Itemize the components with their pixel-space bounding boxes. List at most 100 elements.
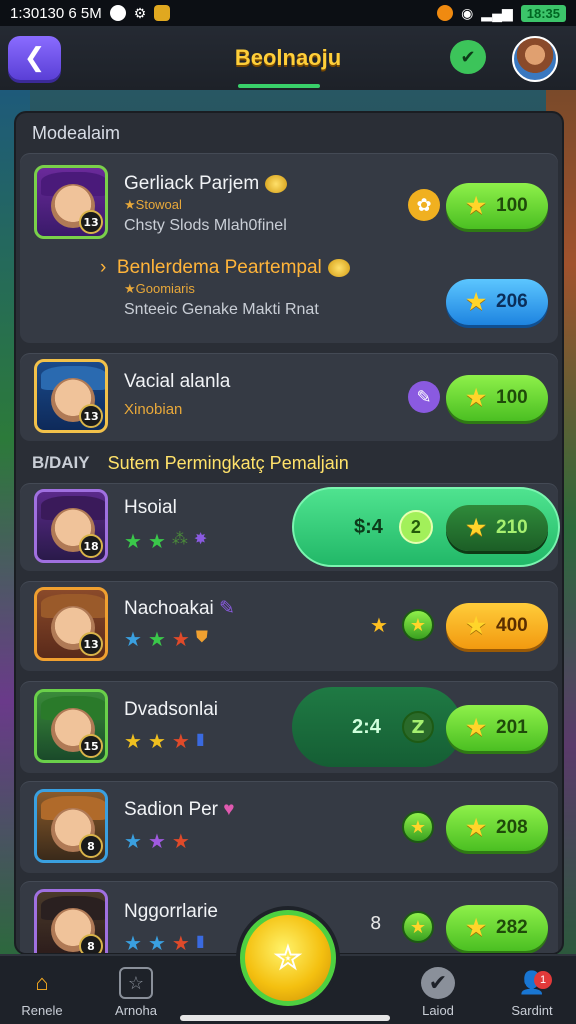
price-button-p5[interactable]: ★ 282 [446,905,548,951]
star-icon: ★ [171,829,190,853]
portrait-avatar: 8 [34,789,108,863]
gem-icon: ✿ [408,189,440,221]
star-icon: ★ [466,815,487,840]
price-button-2[interactable]: ★ 206 [446,279,548,325]
home-icon: ⌂ [35,970,49,995]
arrow-right-icon: › [100,257,117,278]
price-button-1[interactable]: ★ 100 [446,183,548,229]
price-button-3[interactable]: ★ 100 [446,375,548,421]
item-description-2: Snteeic Genake Makti Rnat [124,301,319,318]
player-row-1[interactable]: 18 Hsoial ★ ★ ⁂ ✸ $:4 2 ★ 210 [20,483,560,571]
gem-icon: ✸ [193,529,208,548]
star-icon: ★ [147,729,166,753]
nav-badge[interactable]: ✔ Laiod [398,967,478,1018]
main-panel: Modealaim 13 Gerliack Parjem ★Stowoal Ch… [16,113,562,953]
book-icon: ▮ [195,729,205,748]
player-row-2[interactable]: 13 Nachoakai ✎ ★ ★ ★ ⛊ ★ ★ ★ 400 [20,581,558,671]
center-play-button[interactable]: ✮ [240,910,336,1006]
back-arrow-icon: ❮ [23,43,46,73]
app-notif-icon [437,5,454,21]
rank-badge: 2 [398,510,433,544]
item-subtitle-2: ★Goomiaris [124,281,195,296]
nav-board[interactable]: ☆ Arnoha [96,967,176,1018]
player-rating: ★ ★ ★ ▮ [124,729,205,753]
price-button-p2[interactable]: ★ 400 [446,603,548,649]
section-title: Modealaim [32,123,121,143]
level-badge: 8 [79,834,103,858]
star-icon: ★ [466,715,487,740]
location-icon: ◉ [461,4,474,21]
nav-label: Renele [21,1003,63,1018]
star-icon: ★ [171,627,190,651]
price-button-p4[interactable]: ★ 208 [446,805,548,851]
settings-gear-icon: ⚙ [133,4,147,21]
user-avatar[interactable] [512,36,558,82]
level-badge: 8 [79,934,103,953]
price-button-p1[interactable]: ★ 210 [446,505,548,551]
star-icon: ★ [124,529,142,553]
board-icon: ☆ [119,967,153,999]
status-bar: 1:30130 6 5M ⚙ ◉ ▂▄▆ 18:35 [0,0,576,26]
home-indicator [180,1015,390,1021]
chat-button[interactable]: ✔ [450,40,486,74]
portrait-avatar: 15 [34,689,108,763]
top-header: ❮ Beolnaoju ✔ [0,26,576,90]
chat-check-icon: ✔ [460,46,476,68]
status-left-text: 1:30130 6 5M [10,4,102,22]
extra-count: 8 [370,913,382,934]
player-rating: ★ ★ ★ ⛊ [124,627,208,651]
back-button[interactable]: ❮ [8,36,61,80]
star-icon: ★ [171,931,190,953]
star-icon: ★ [147,529,166,553]
portrait-avatar: 13 [34,359,108,433]
level-badge: 13 [79,404,103,428]
level-badge: 15 [79,734,103,758]
featured-card-2[interactable]: 13 Vacial alanla Xinobian ✎ ★ 100 [20,353,558,441]
grass-icon: ⁂ [171,529,188,548]
star-token-icon: ★ [402,911,434,943]
star-token-icon: ★ [402,609,434,641]
player-row-4[interactable]: 8 Sadion Per ♥ ★ ★ ★ ★ ★ 208 [20,781,558,873]
level-badge: 13 [79,210,103,234]
price-button-p3[interactable]: ★ 201 [446,705,548,751]
star-icon: ★ [171,729,190,753]
star-icon: ★ [124,729,142,753]
star-icon: ★ [466,515,487,540]
heart-icon: ♥ [218,799,235,820]
nav-profile[interactable]: 👤 1 Sardint [492,967,572,1018]
star-icon: ★ [147,627,166,651]
title-underline [238,84,320,88]
shield-icon: ⛊ [195,627,208,646]
star-icon: ★ [147,931,166,953]
star-icon: ★ [466,915,487,940]
player-rating: ★ ★ ★ [124,829,190,853]
nav-label: Arnoha [115,1003,157,1018]
item-subtitle-3: Xinobian [124,401,183,418]
game-app-icon [154,5,171,21]
nav-label: Sardint [511,1003,553,1018]
featured-card-1[interactable]: 13 Gerliack Parjem ★Stowoal Chsty Slods … [20,153,558,343]
star-icon: ★ [466,193,487,218]
player-row-3[interactable]: 15 Dvadsonlai ★ ★ ★ ▮ 2:4 Z ★ 201 [20,681,558,773]
rank-badge: Z [402,711,434,743]
ranking-tag: B/DAIY [32,453,90,472]
portrait-avatar: 8 [34,889,108,953]
player-name: Nachoakai ✎ [124,598,235,619]
item-description: Chsty Slods Mlah0finel [124,217,287,234]
level-badge: 18 [79,534,103,558]
portrait-avatar: 13 [34,165,108,239]
star-burst-icon: ✮ [272,937,304,979]
ranking-header: B/DAIY Sutem Permingkatç Pemaljain [20,445,558,481]
level-badge: 13 [79,632,103,656]
feather-icon: ✎ [408,381,440,413]
player-name: Sadion Per ♥ [124,799,235,820]
portrait-avatar: 18 [34,489,108,563]
nav-home[interactable]: ⌂ Renele [2,967,82,1018]
star-icon: ★ [370,613,388,637]
ranking-title: Sutem Permingkatç Pemaljain [107,452,349,473]
item-name: Gerliack Parjem [124,173,288,195]
badge-check-icon: ✔ [421,967,455,999]
coin-icon [327,258,350,277]
highlight-banner-dark[interactable]: 2:4 [292,687,462,767]
signal-icon: ▂▄▆ [481,4,513,21]
